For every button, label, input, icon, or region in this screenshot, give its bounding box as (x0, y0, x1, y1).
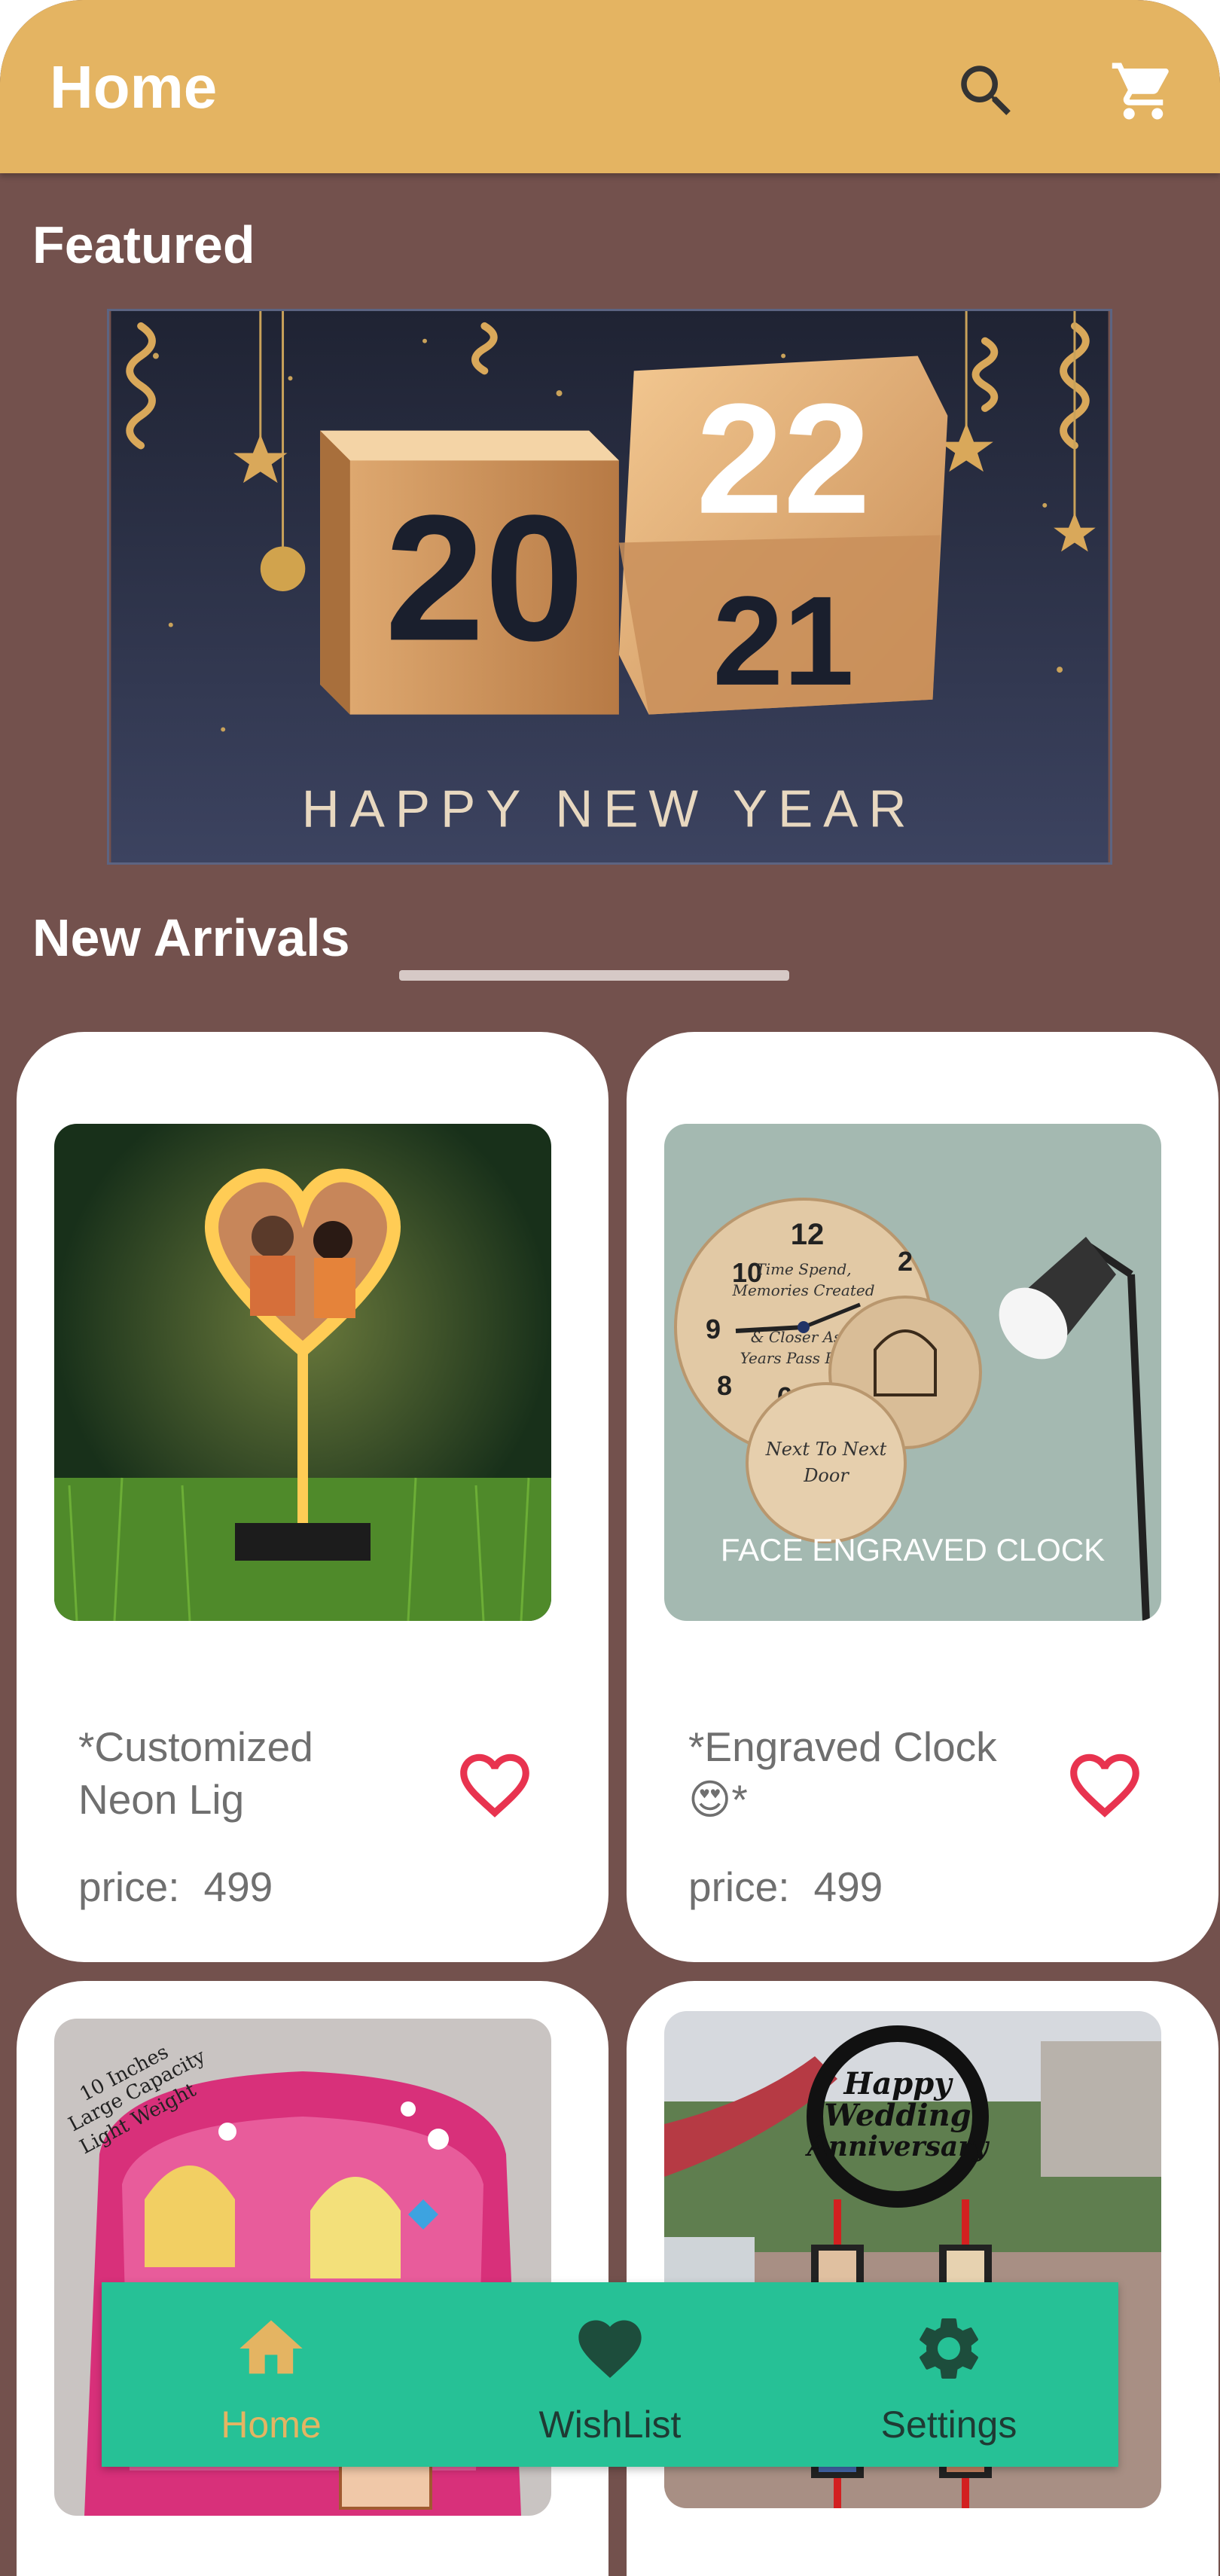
wishlist-button[interactable] (453, 1744, 536, 1827)
home-icon (239, 2320, 303, 2374)
new-year-banner-image: 20 22 21 HAPPY NEW YEAR (111, 311, 1109, 862)
app-bar: Home (0, 0, 1220, 173)
product-card[interactable]: *Customized Neon Lig price: 499 (17, 1032, 608, 1962)
product-price: price: 499 (688, 1863, 883, 1911)
cart-button[interactable] (1102, 50, 1185, 133)
search-button[interactable] (945, 50, 1028, 133)
price-label: price: (688, 1863, 790, 1910)
nav-label-home: Home (221, 2404, 322, 2446)
nav-item-home[interactable]: Home (102, 2282, 441, 2467)
gear-icon (920, 2318, 978, 2379)
price-value: 499 (813, 1863, 883, 1910)
heart-outline-icon (1070, 1753, 1139, 1818)
price-label: price: (78, 1863, 180, 1910)
banner-left-number: 20 (385, 478, 584, 678)
banner-caption: HAPPY NEW YEAR (302, 779, 917, 838)
svg-text:8: 8 (717, 1370, 732, 1401)
shopping-cart-icon (1112, 63, 1169, 120)
heart-outline-icon (460, 1753, 529, 1818)
frame-line-3: Anniversary (805, 2131, 990, 2162)
nav-label-settings: Settings (880, 2404, 1017, 2446)
nav-item-wishlist[interactable]: WishList (441, 2282, 779, 2467)
carousel-indicator (399, 970, 789, 981)
nav-item-settings[interactable]: Settings (779, 2282, 1118, 2467)
svg-text:12: 12 (791, 1218, 825, 1251)
featured-title: Featured (32, 215, 255, 274)
new-arrivals-title: New Arrivals (32, 908, 350, 967)
nav-label-wishlist: WishList (538, 2404, 682, 2446)
featured-banner[interactable]: 20 22 21 HAPPY NEW YEAR (107, 309, 1112, 865)
product-name: *Customized Neon Lig (78, 1723, 313, 1823)
product-name: *Engraved Clock 😍* (688, 1723, 997, 1823)
clock-line-1: Time Spend, (755, 1260, 851, 1278)
page-title: Home (50, 53, 218, 121)
banner-bottom-number: 21 (712, 569, 854, 712)
svg-text:9: 9 (706, 1314, 721, 1344)
clock-bottom-2: Door (803, 1465, 849, 1486)
clock-line-2: Memories Created (731, 1281, 874, 1299)
frame-line-2: Wedding (824, 2098, 971, 2133)
wishlist-button[interactable] (1063, 1744, 1146, 1827)
product-image: 12 10 9 2 8 6 Time Spend, Memories Creat… (664, 1124, 1161, 1621)
product-card[interactable]: 12 10 9 2 8 6 Time Spend, Memories Creat… (627, 1032, 1218, 1962)
product-card[interactable]: 10 Inches Large Capacity Light Weight (17, 1981, 608, 2576)
frame-line-1: Happy (843, 2066, 954, 2101)
clock-image-caption: FACE ENGRAVED CLOCK (721, 1532, 1105, 1567)
product-price: price: 499 (78, 1863, 273, 1911)
bottom-navigation: Home WishList Settings (102, 2282, 1118, 2467)
svg-text:2: 2 (898, 1246, 913, 1277)
banner-top-number: 22 (696, 371, 871, 547)
search-icon (961, 66, 1011, 115)
heart-icon (578, 2320, 642, 2378)
app-screen: Home Featured 20 22 21 HAPPY NEW YEAR Ne… (0, 0, 1220, 2576)
clock-bottom-1: Next To Next (765, 1439, 887, 1460)
product-card[interactable]: Happy Wedding Anniversary (627, 1981, 1218, 2576)
product-image (54, 1124, 551, 1621)
price-value: 499 (203, 1863, 273, 1910)
